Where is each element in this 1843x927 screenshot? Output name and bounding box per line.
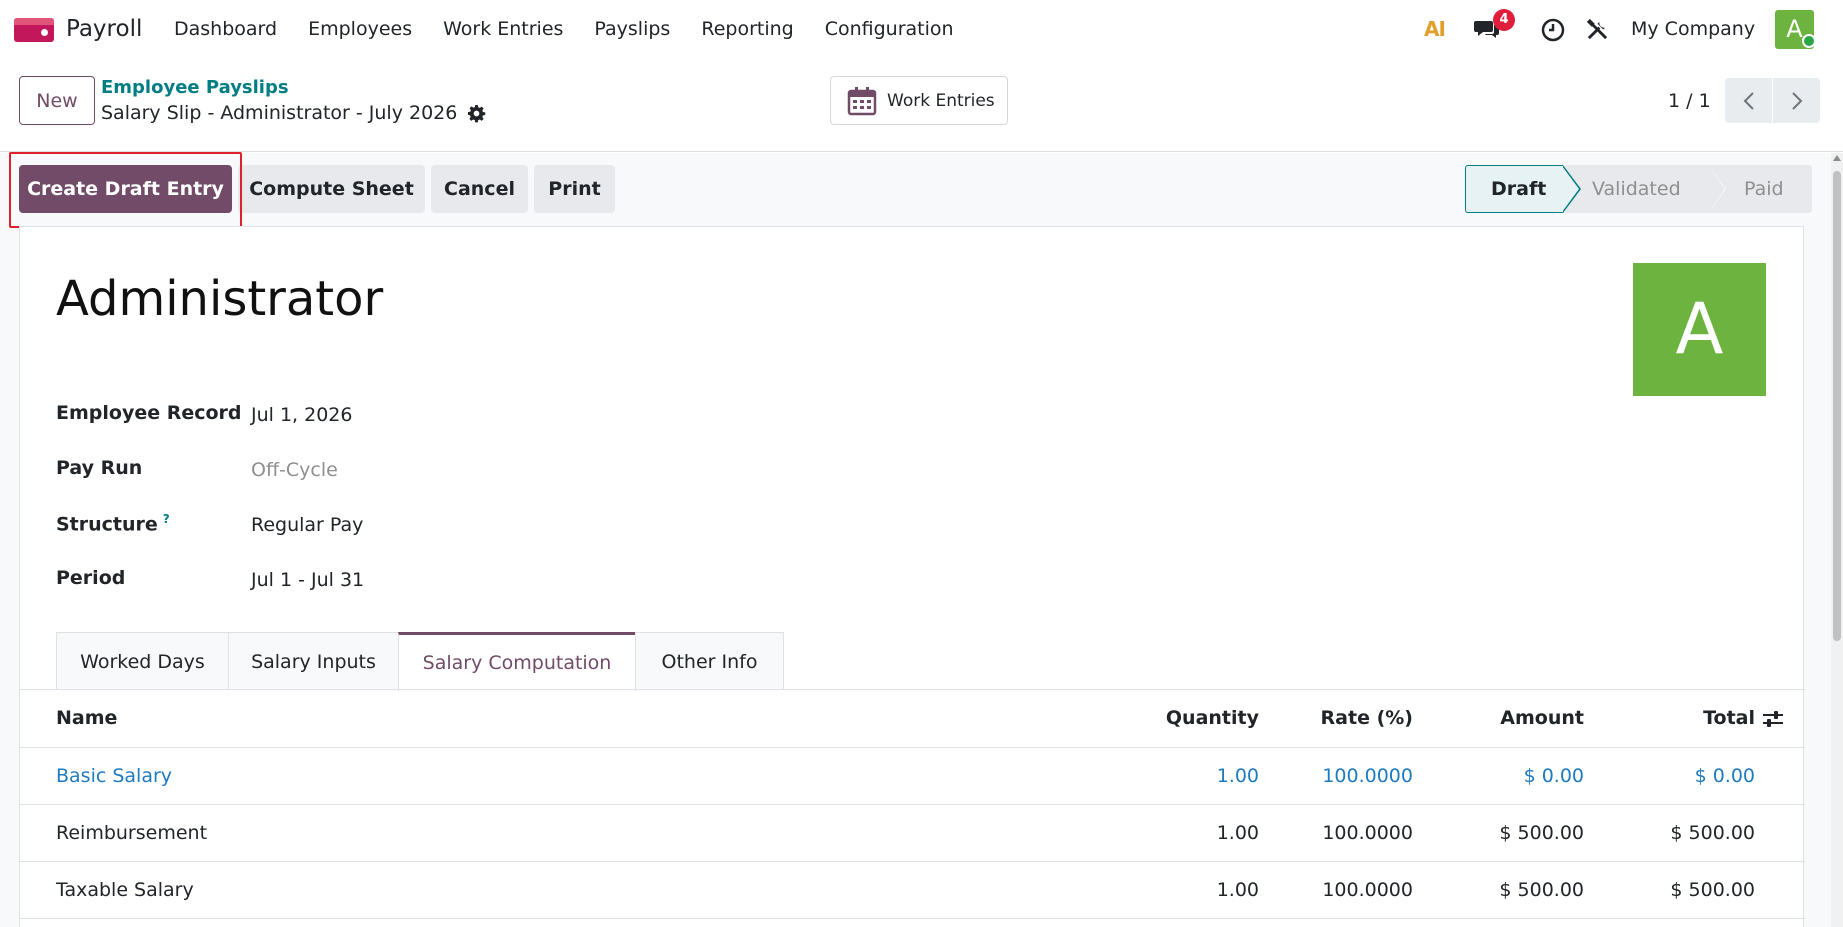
cell-amount: $ 500.00 (1499, 822, 1584, 844)
company-switcher[interactable]: My Company (1631, 18, 1755, 40)
field-value-period[interactable]: Jul 1 - Jul 31 (251, 569, 364, 591)
payroll-app-icon (14, 15, 54, 43)
cell-total: $ 0.00 (1694, 765, 1755, 787)
cell-quantity: 1.00 (1216, 765, 1259, 787)
ai-label: AI (1424, 17, 1446, 41)
cell-name: Reimbursement (56, 822, 208, 844)
clock-icon[interactable] (1541, 18, 1565, 42)
table-row[interactable]: Basic Salary 1.00 100.0000 $ 0.00 $ 0.00 (20, 748, 1805, 805)
calendar-icon (847, 86, 877, 115)
ai-icon[interactable]: AI (1424, 17, 1446, 41)
control-panel: New Employee Payslips Salary Slip - Admi… (0, 60, 1843, 152)
pager-next-button[interactable] (1773, 78, 1820, 123)
column-header-name[interactable]: Name (56, 690, 117, 747)
gear-icon[interactable] (467, 104, 486, 123)
cancel-button[interactable]: Cancel (431, 165, 528, 213)
stage-validated-label: Validated (1592, 178, 1681, 200)
menu-item-dashboard[interactable]: Dashboard (174, 18, 277, 40)
field-value-pay-run[interactable]: Off-Cycle (251, 459, 338, 481)
field-value-employee-record[interactable]: Jul 1, 2026 (251, 404, 353, 426)
work-entries-label: Work Entries (887, 90, 995, 111)
menu-item-payslips[interactable]: Payslips (594, 18, 670, 40)
cell-rate: 100.0000 (1322, 822, 1413, 844)
breadcrumb-current-label: Salary Slip - Administrator - July 2026 (101, 102, 458, 124)
menu-item-employees[interactable]: Employees (308, 18, 412, 40)
tab-other-info[interactable]: Other Info (635, 632, 784, 690)
cell-total: $ 500.00 (1670, 879, 1755, 901)
cell-quantity: 1.00 (1216, 879, 1259, 901)
highlight-annotation-box (9, 152, 242, 228)
column-header-quantity[interactable]: Quantity (1166, 690, 1259, 747)
online-status-dot (1802, 34, 1816, 48)
pager-previous-button[interactable] (1725, 78, 1772, 123)
menu-item-reporting[interactable]: Reporting (701, 18, 793, 40)
stage-draft-label: Draft (1491, 178, 1547, 200)
table-header-row: Name Quantity Rate (%) Amount Total (20, 690, 1805, 748)
field-label-employee-record: Employee Record (56, 402, 242, 424)
scroll-up-arrow-icon[interactable] (1833, 155, 1841, 161)
chevron-right-icon (1791, 91, 1802, 110)
work-entries-smart-button[interactable]: Work Entries (830, 76, 1008, 125)
field-label-pay-run: Pay Run (56, 457, 143, 479)
app-name: Payroll (66, 16, 143, 42)
menu-item-work-entries[interactable]: Work Entries (443, 18, 563, 40)
record-title: Administrator (56, 271, 384, 327)
column-header-total[interactable]: Total (1703, 690, 1755, 747)
notebook-tabs: Worked Days Salary Inputs Salary Computa… (56, 632, 784, 691)
column-header-rate[interactable]: Rate (%) (1321, 690, 1413, 747)
stage-draft[interactable]: Draft (1465, 165, 1581, 213)
cell-name: Basic Salary (56, 765, 173, 787)
tab-worked-days[interactable]: Worked Days (56, 632, 229, 690)
breadcrumb-current: Salary Slip - Administrator - July 2026 (101, 102, 486, 124)
field-label-structure: Structure? (56, 512, 170, 535)
cell-total: $ 500.00 (1670, 822, 1755, 844)
breadcrumb-parent-link[interactable]: Employee Payslips (101, 77, 289, 98)
help-tooltip-icon[interactable]: ? (163, 512, 170, 526)
cell-amount: $ 500.00 (1499, 879, 1584, 901)
column-header-amount[interactable]: Amount (1500, 690, 1584, 747)
field-value-structure[interactable]: Regular Pay (251, 514, 363, 536)
cell-quantity: 1.00 (1216, 822, 1259, 844)
cell-amount: $ 0.00 (1523, 765, 1584, 787)
field-label-period: Period (56, 567, 126, 589)
stage-validated-arrow (1708, 165, 1725, 213)
employee-avatar: A (1633, 263, 1766, 396)
status-stages: Draft Validated Paid (1465, 165, 1812, 213)
cell-rate: 100.0000 (1322, 879, 1413, 901)
new-button[interactable]: New (19, 76, 95, 125)
cell-name: Taxable Salary (56, 879, 194, 901)
salary-computation-table: Name Quantity Rate (%) Amount Total Basi… (20, 690, 1805, 919)
vertical-scrollbar[interactable] (1831, 153, 1843, 927)
main-menu: Dashboard Employees Work Entries Payslip… (174, 18, 985, 40)
scrollbar-thumb[interactable] (1833, 171, 1841, 641)
pager-value[interactable]: 1 / 1 (1668, 90, 1711, 112)
menu-item-configuration[interactable]: Configuration (825, 18, 954, 40)
tab-salary-computation[interactable]: Salary Computation (398, 632, 636, 691)
form-sheet: Administrator A Employee Record Jul 1, 2… (19, 226, 1805, 927)
top-navbar: Payroll Dashboard Employees Work Entries… (0, 0, 1843, 60)
cell-rate: 100.0000 (1322, 765, 1413, 787)
stage-draft-arrow-fill (1562, 166, 1579, 212)
chevron-left-icon (1743, 91, 1754, 110)
stage-validated[interactable]: Validated (1563, 165, 1726, 213)
print-button[interactable]: Print (534, 165, 615, 213)
message-count-badge: 4 (1493, 9, 1515, 31)
tools-icon[interactable] (1586, 18, 1609, 41)
app-brand[interactable]: Payroll (14, 15, 142, 43)
table-row[interactable]: Reimbursement 1.00 100.0000 $ 500.00 $ 5… (20, 805, 1805, 862)
optional-columns-icon[interactable] (1762, 708, 1784, 730)
structure-label-text: Structure (56, 513, 158, 536)
table-row[interactable]: Taxable Salary 1.00 100.0000 $ 500.00 $ … (20, 862, 1805, 919)
compute-sheet-button[interactable]: Compute Sheet (238, 165, 425, 213)
stage-paid-label: Paid (1744, 178, 1784, 200)
tab-salary-inputs[interactable]: Salary Inputs (228, 632, 399, 690)
